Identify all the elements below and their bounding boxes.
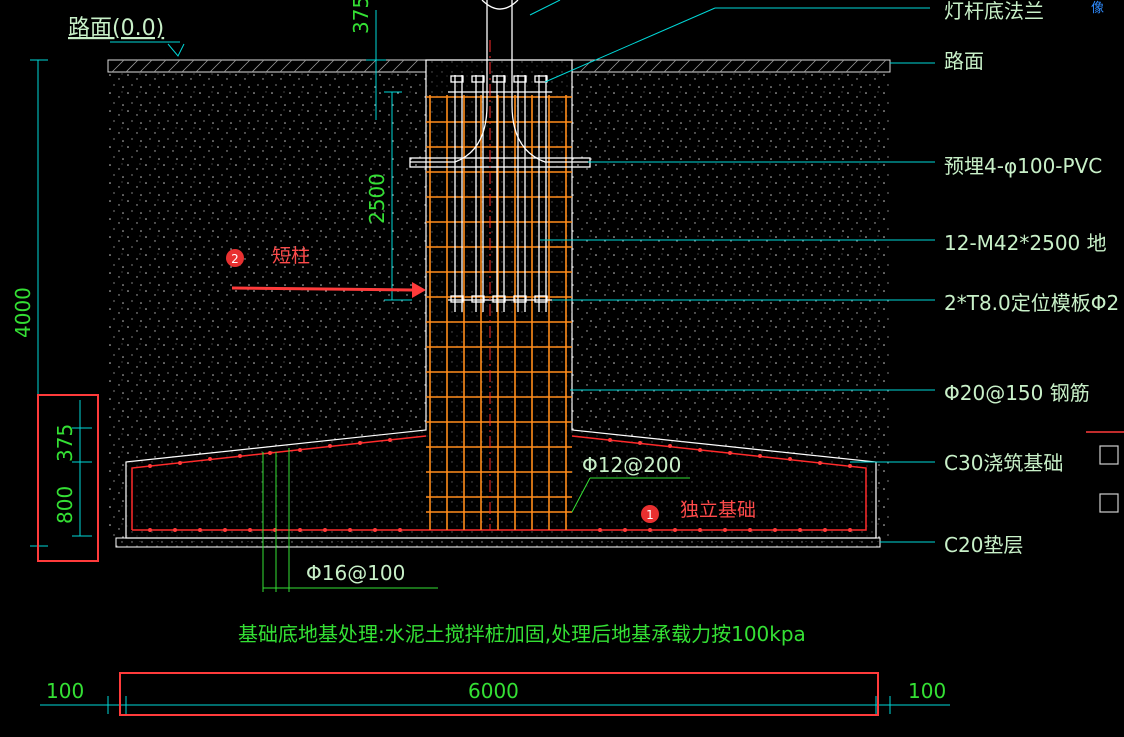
dim-total-4000: 4000 [11, 287, 35, 338]
road-level-label: 路面(0.0) [68, 16, 164, 41]
dim-top-375: 375 [349, 0, 373, 34]
label-rebar-20: Φ20@150 钢筋 [944, 381, 1090, 405]
label-rebar-16: Φ16@100 [306, 561, 405, 585]
dim-bottom-6000: 6000 [468, 679, 519, 703]
label-flange: 灯杆底法兰 [944, 0, 1044, 23]
image-icon[interactable]: 像 [1091, 1, 1104, 16]
dim-stub-2500: 2500 [365, 173, 389, 224]
checkbox-1[interactable] [1099, 445, 1119, 465]
label-anchor-bolt: 12-M42*2500 地 [944, 231, 1107, 255]
foundation-drawing: 像 路面(0.0) 375 2500 4000 375 800 100 6000… [11, 0, 1124, 716]
label-pvc: 预埋4-φ100-PVC [944, 154, 1102, 178]
marker-2-number: 2 [231, 252, 239, 266]
checkbox-2[interactable] [1099, 493, 1119, 513]
marker-1-text: 独立基础 [680, 499, 756, 521]
dim-box-375: 375 [53, 424, 77, 462]
foundation-note: 基础底地基处理:水泥土搅拌桩加固,处理后地基承载力按100kpa [238, 622, 806, 646]
dim-bottom-left-100: 100 [46, 679, 84, 703]
label-c20: C20垫层 [944, 533, 1023, 557]
label-template: 2*T8.0定位模板Φ2 [944, 291, 1119, 315]
label-rebar-12: Φ12@200 [582, 453, 681, 477]
label-c30: C30浇筑基础 [944, 451, 1063, 475]
marker-1-number: 1 [646, 508, 654, 522]
dim-bottom-right-100: 100 [908, 679, 946, 703]
label-road: 路面 [944, 49, 984, 73]
dim-box-800: 800 [53, 486, 77, 524]
marker-2-text: 短柱 [272, 245, 310, 267]
c20-bedding [115, 537, 881, 548]
